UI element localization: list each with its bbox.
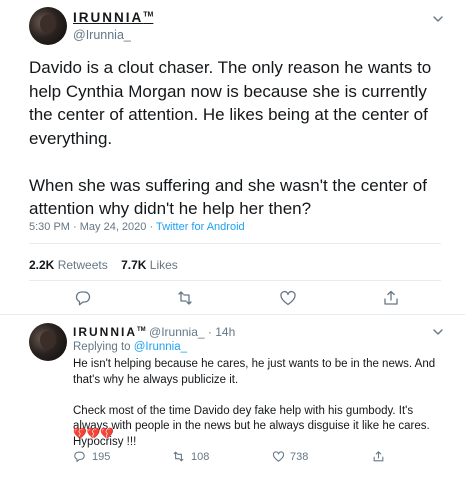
retweets-label: Retweets [57, 258, 108, 272]
chevron-down-icon[interactable] [431, 12, 445, 26]
trademark-mark: TM [143, 11, 154, 19]
retweet-icon[interactable] [176, 289, 194, 307]
like-icon[interactable] [272, 450, 285, 463]
reply-icon[interactable] [73, 450, 86, 463]
share-icon[interactable] [372, 450, 385, 463]
reply-header: IRUNNIATM @Irunnia_ · 14h [73, 325, 235, 339]
like-count: 738 [290, 451, 309, 463]
share-icon[interactable] [382, 289, 400, 307]
divider [29, 280, 441, 281]
separator: · [204, 325, 216, 339]
tweet-client[interactable]: Twitter for Android [156, 221, 245, 233]
display-name-text[interactable]: IRUNNIA [73, 325, 137, 339]
likes-label: Likes [149, 258, 178, 272]
divider [29, 243, 441, 244]
user-handle[interactable]: @Irunnia_ [73, 28, 131, 42]
tweet-text: Davido is a clout chaser. The only reaso… [29, 58, 432, 218]
retweets-stat[interactable]: 2.2K Retweets [29, 258, 108, 272]
retweet-icon[interactable] [172, 450, 185, 463]
reply-count: 195 [92, 451, 111, 463]
display-name[interactable]: IRUNNIATM [73, 10, 153, 25]
replying-to: Replying to @Irunnia_ [73, 341, 187, 353]
avatar[interactable] [29, 323, 67, 361]
tweet-time[interactable]: 5:30 PM [29, 221, 70, 233]
chevron-down-icon[interactable] [431, 325, 445, 339]
like-icon[interactable] [279, 289, 297, 307]
reply-text: He isn't helping because he cares, he ju… [73, 358, 436, 448]
user-handle[interactable]: @Irunnia_ [149, 325, 205, 339]
separator: · [69, 221, 80, 233]
display-name-text[interactable]: IRUNNIA [73, 10, 143, 25]
reply-time[interactable]: 14h [215, 325, 235, 339]
trademark-mark: TM [137, 327, 146, 333]
broken-heart-emoji: 💔💔💔 [73, 428, 115, 440]
likes-stat[interactable]: 7.7K Likes [121, 258, 178, 272]
tweet-metadata: 5:30 PM · May 24, 2020 · Twitter for And… [29, 221, 245, 233]
display-name[interactable]: IRUNNIATM [73, 325, 146, 339]
avatar[interactable] [29, 7, 67, 45]
replying-to-handle[interactable]: @Irunnia_ [134, 341, 187, 353]
likes-count: 7.7K [121, 258, 147, 272]
engagement-stats: 2.2K Retweets 7.7K Likes [29, 258, 178, 272]
separator: · [146, 221, 156, 233]
tweet-date[interactable]: May 24, 2020 [80, 221, 147, 233]
retweet-count: 108 [191, 451, 210, 463]
replying-label: Replying to [73, 341, 131, 353]
reply-icon[interactable] [74, 289, 92, 307]
retweets-count: 2.2K [29, 258, 55, 272]
divider [0, 314, 465, 315]
